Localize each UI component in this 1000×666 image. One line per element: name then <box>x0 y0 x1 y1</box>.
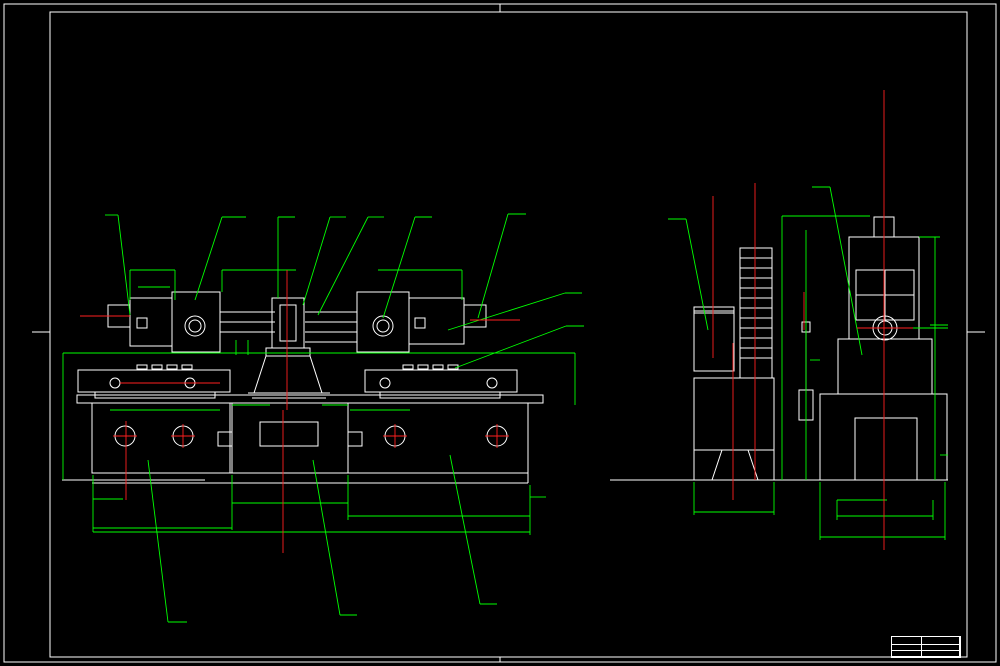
sheet-border <box>3 3 997 663</box>
side-leaders <box>668 186 863 356</box>
title-cell-right <box>922 637 960 645</box>
side-view-right <box>819 216 948 481</box>
row-cell-3 <box>892 651 922 657</box>
title-block <box>891 636 961 658</box>
side-view-left <box>610 247 948 481</box>
cad-drawing <box>3 3 997 663</box>
front-leaders <box>105 213 584 623</box>
front-centerlines <box>80 270 520 553</box>
title-cell <box>892 637 922 645</box>
drawing-canvas <box>0 0 1000 666</box>
row-cell-4 <box>922 651 960 657</box>
front-view <box>62 291 544 484</box>
